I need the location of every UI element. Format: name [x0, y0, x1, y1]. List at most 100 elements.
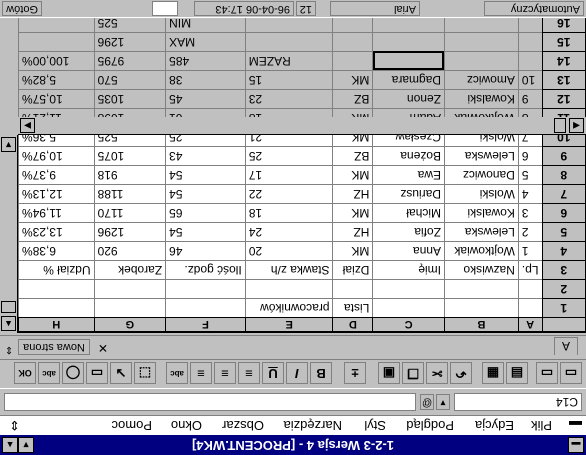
cell[interactable]: 3 [518, 203, 543, 223]
cell[interactable]: Wolski [444, 184, 519, 204]
preview-icon[interactable]: ▦ [482, 362, 504, 384]
new-sheet-button[interactable]: Nowa strona [18, 339, 90, 355]
cell[interactable] [165, 298, 246, 318]
cell[interactable]: 4 [518, 184, 543, 204]
cell[interactable]: 1170 [94, 203, 166, 223]
cell[interactable]: 54 [165, 222, 246, 242]
cell[interactable]: 920 [94, 241, 166, 261]
ellipse-icon[interactable]: ◯ [62, 362, 84, 384]
cell[interactable] [333, 32, 373, 52]
cell[interactable]: MK [333, 70, 373, 90]
system-menu-icon[interactable]: ▬ [568, 437, 584, 453]
cell[interactable]: Dariusz [372, 184, 445, 204]
cell[interactable] [372, 279, 445, 299]
row-header[interactable]: 2 [542, 279, 586, 299]
cell[interactable]: 918 [94, 165, 166, 185]
cell[interactable] [444, 32, 519, 52]
tab-scroll-icon[interactable]: ✕ [94, 339, 112, 355]
cell[interactable]: 15 [245, 70, 333, 90]
cell[interactable]: 13,23% [18, 222, 95, 242]
minimize-icon[interactable]: ▼ [18, 437, 34, 453]
cell[interactable]: HZ [333, 222, 373, 242]
cell[interactable]: 1188 [94, 184, 166, 204]
cell[interactable]: Dagmara [372, 70, 445, 90]
column-header[interactable]: G [94, 317, 166, 332]
cell[interactable] [444, 51, 519, 71]
row-header[interactable]: 5 [542, 222, 586, 242]
align-right-icon[interactable]: ≡ [190, 362, 212, 384]
abc-button[interactable]: abc [38, 362, 60, 384]
status-font[interactable]: Arial [330, 1, 420, 16]
cell[interactable]: 9,37% [18, 165, 95, 185]
column-header[interactable]: H [18, 317, 95, 332]
cell[interactable]: Zofia [372, 222, 445, 242]
cell[interactable]: Nazwisko [444, 260, 519, 280]
column-header[interactable]: C [372, 317, 445, 332]
horizontal-scrollbar[interactable]: ◀ ▶ [18, 117, 586, 135]
cell[interactable]: BZ [333, 89, 373, 109]
cell[interactable] [18, 298, 95, 318]
doc-control-icon[interactable]: ▬ [569, 415, 582, 435]
cell[interactable]: 570 [94, 70, 166, 90]
align-center-icon[interactable]: ≡ [214, 362, 236, 384]
restore-doc-icon[interactable]: ⇕ [9, 415, 20, 435]
row-header[interactable]: 6 [542, 203, 586, 223]
cell[interactable]: Imię [372, 260, 445, 280]
cell[interactable] [372, 51, 445, 71]
navigator-icon[interactable]: ▾ [436, 394, 450, 410]
cell[interactable]: Stawka z/h [245, 260, 333, 280]
cell[interactable]: 10 [518, 70, 543, 90]
cell[interactable]: RAZEM [245, 51, 333, 71]
cell[interactable]: 12,13% [18, 184, 95, 204]
row-header[interactable]: 14 [542, 51, 586, 71]
cell[interactable] [372, 32, 445, 52]
cell[interactable]: 1035 [94, 89, 166, 109]
cell[interactable]: 1296 [94, 32, 166, 52]
menu-styl[interactable]: Styl [364, 415, 386, 435]
cell[interactable] [18, 32, 95, 52]
scroll-down-icon[interactable]: ▼ [1, 137, 16, 152]
cell[interactable]: 6 [518, 146, 543, 166]
cell[interactable]: 100,00% [18, 51, 95, 71]
cell[interactable] [333, 51, 373, 71]
menu-narzedzia[interactable]: Narzędzia [283, 415, 342, 435]
cell[interactable]: 9795 [94, 51, 166, 71]
cell[interactable]: HZ [333, 184, 373, 204]
cell[interactable]: Lelewska [444, 222, 519, 242]
cell[interactable]: 23 [245, 89, 333, 109]
cell[interactable] [245, 32, 333, 52]
rectangle-icon[interactable]: ▭ [86, 362, 108, 384]
cell[interactable]: 2 [518, 222, 543, 242]
select-icon[interactable]: ⬚ [134, 362, 156, 384]
cell[interactable] [518, 298, 543, 318]
cell[interactable]: 1 [518, 241, 543, 261]
cell[interactable] [518, 279, 543, 299]
cell[interactable]: Lelewska [444, 146, 519, 166]
cell[interactable]: 5,82% [18, 70, 95, 90]
scroll-up-icon[interactable]: ▲ [1, 316, 16, 331]
cell[interactable]: 10,97% [18, 146, 95, 166]
cell[interactable] [165, 279, 246, 299]
cell[interactable]: 65 [165, 203, 246, 223]
cell[interactable]: 20 [245, 241, 333, 261]
cell[interactable]: 6,38% [18, 241, 95, 261]
column-header[interactable]: A [518, 317, 543, 332]
vertical-scrollbar[interactable]: ▲ ▼ [0, 135, 18, 333]
cell[interactable] [333, 279, 373, 299]
column-header[interactable]: D [333, 317, 373, 332]
cell[interactable]: Kowalski [444, 89, 519, 109]
arrow-icon[interactable]: ↘ [110, 362, 132, 384]
cell[interactable] [444, 298, 519, 318]
cell[interactable]: 1075 [94, 146, 166, 166]
menu-plik[interactable]: Plik [531, 415, 552, 435]
align-left-icon[interactable]: ≡ [238, 362, 260, 384]
maximize-icon[interactable]: ▲ [2, 437, 18, 453]
row-header[interactable]: 4 [542, 241, 586, 261]
row-header[interactable]: 15 [542, 32, 586, 52]
menu-okno[interactable]: Okno [171, 415, 202, 435]
menu-edycja[interactable]: Edycja [475, 415, 514, 435]
cell[interactable]: Ilość godz. [165, 260, 246, 280]
row-header[interactable]: 1 [542, 298, 586, 318]
cell[interactable]: Anna [372, 241, 445, 261]
cell[interactable]: Zenon [372, 89, 445, 109]
